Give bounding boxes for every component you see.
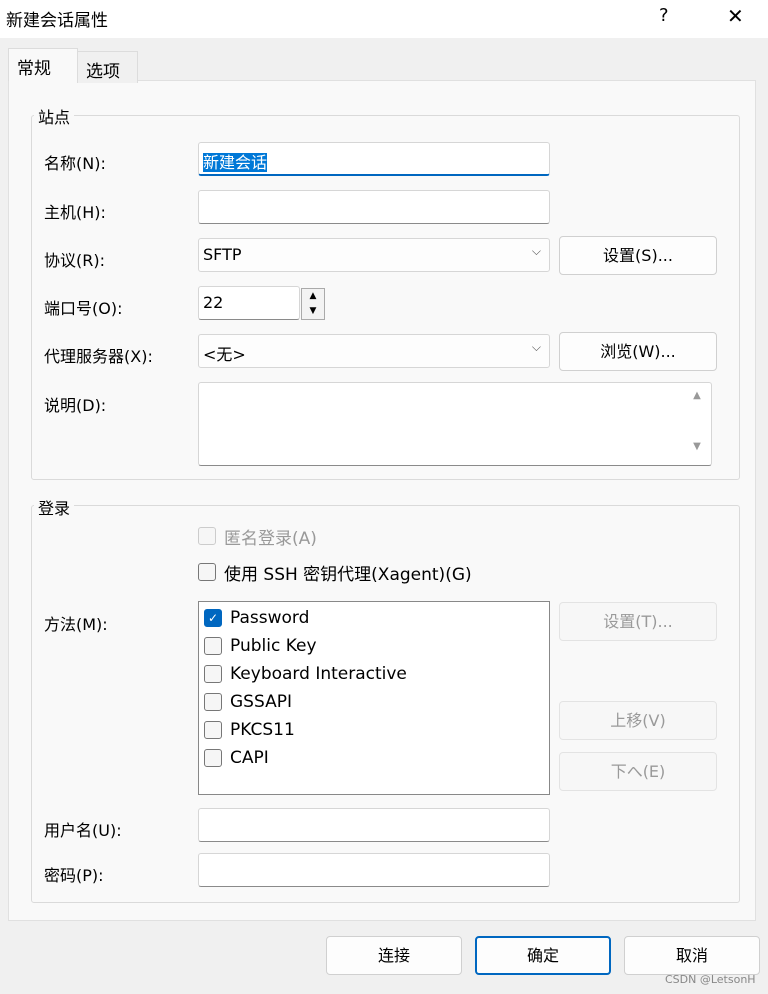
method-capi[interactable]: CAPI [204, 744, 269, 772]
watermark: CSDN @LetsonH [665, 973, 756, 986]
scroll-down-icon[interactable]: ▼ [686, 441, 708, 452]
protocol-label: 协议(R): [44, 251, 105, 270]
protocol-value: SFTP [203, 245, 242, 264]
site-legend: 站点 [34, 104, 75, 128]
checkbox-icon [198, 563, 216, 581]
method-keyboard-interactive[interactable]: Keyboard Interactive [204, 660, 407, 688]
chevron-down-icon: ⌵ [531, 244, 541, 258]
proxy-select[interactable]: <无> ⌵ [198, 334, 550, 368]
checkbox-icon [204, 693, 222, 711]
name-label: 名称(N): [44, 154, 106, 173]
host-input[interactable] [198, 190, 550, 224]
login-legend: 登录 [34, 495, 75, 519]
method-label-text: Public Key [230, 636, 317, 656]
title-bar: 新建会话属性 ? ✕ [0, 0, 768, 38]
chevron-down-icon: ⌵ [531, 340, 541, 354]
method-pkcs11[interactable]: PKCS11 [204, 716, 295, 744]
checkbox-icon [198, 527, 216, 545]
method-label-text: Password [230, 608, 310, 628]
move-up-button[interactable]: 上移(V) [559, 701, 717, 740]
description-textarea[interactable] [198, 382, 712, 466]
port-label: 端口号(O): [44, 299, 123, 318]
method-label: 方法(M): [44, 615, 108, 634]
method-public-key[interactable]: Public Key [204, 632, 317, 660]
spin-up-icon[interactable]: ▲ [302, 289, 324, 304]
checkbox-icon [204, 665, 222, 683]
help-button[interactable]: ? [659, 5, 669, 26]
checkmark-icon: ✓ [204, 609, 222, 627]
method-label-text: GSSAPI [230, 692, 292, 712]
protocol-settings-button[interactable]: 设置(S)... [559, 236, 717, 275]
anonymous-checkbox[interactable]: 匿名登录(A) [198, 522, 317, 550]
spin-down-icon[interactable]: ▼ [302, 304, 324, 319]
method-settings-button[interactable]: 设置(T)... [559, 602, 717, 641]
protocol-select[interactable]: SFTP ⌵ [198, 238, 550, 272]
password-input[interactable] [198, 853, 550, 887]
username-input[interactable] [198, 808, 550, 842]
checkbox-icon [204, 721, 222, 739]
scroll-up-icon[interactable]: ▲ [686, 390, 708, 401]
checkbox-icon [204, 749, 222, 767]
proxy-value: <无> [203, 345, 246, 364]
anonymous-label: 匿名登录(A) [224, 528, 317, 549]
move-down-button[interactable]: 下へ(E) [559, 752, 717, 791]
description-label: 说明(D): [44, 396, 107, 415]
host-label: 主机(H): [44, 203, 106, 222]
port-input[interactable]: 22 [198, 286, 300, 320]
method-password[interactable]: ✓ Password [204, 604, 309, 632]
proxy-browse-button[interactable]: 浏览(W)... [559, 332, 717, 371]
xagent-checkbox[interactable]: 使用 SSH 密钥代理(Xagent)(G) [198, 558, 472, 586]
connect-button[interactable]: 连接 [326, 936, 462, 975]
password-label: 密码(P): [44, 866, 104, 885]
window-title: 新建会话属性 [6, 11, 108, 31]
name-value: 新建会话 [203, 153, 268, 172]
checkbox-icon [204, 637, 222, 655]
description-scrollbar[interactable]: ▲ ▼ [686, 386, 708, 462]
tab-general[interactable]: 常规 [8, 48, 78, 81]
method-label-text: CAPI [230, 748, 269, 768]
tab-options[interactable]: 选项 [77, 51, 138, 83]
xagent-label: 使用 SSH 密钥代理(Xagent)(G) [224, 564, 472, 585]
port-spinner[interactable]: ▲ ▼ [301, 288, 325, 320]
method-label-text: Keyboard Interactive [230, 664, 407, 684]
ok-button[interactable]: 确定 [475, 936, 611, 975]
method-label-text: PKCS11 [230, 720, 295, 740]
name-input[interactable]: 新建会话 [198, 142, 550, 176]
method-gssapi[interactable]: GSSAPI [204, 688, 292, 716]
cancel-button[interactable]: 取消 [624, 936, 760, 975]
username-label: 用户名(U): [44, 821, 122, 840]
proxy-label: 代理服务器(X): [44, 347, 153, 366]
close-button[interactable]: ✕ [727, 4, 744, 28]
